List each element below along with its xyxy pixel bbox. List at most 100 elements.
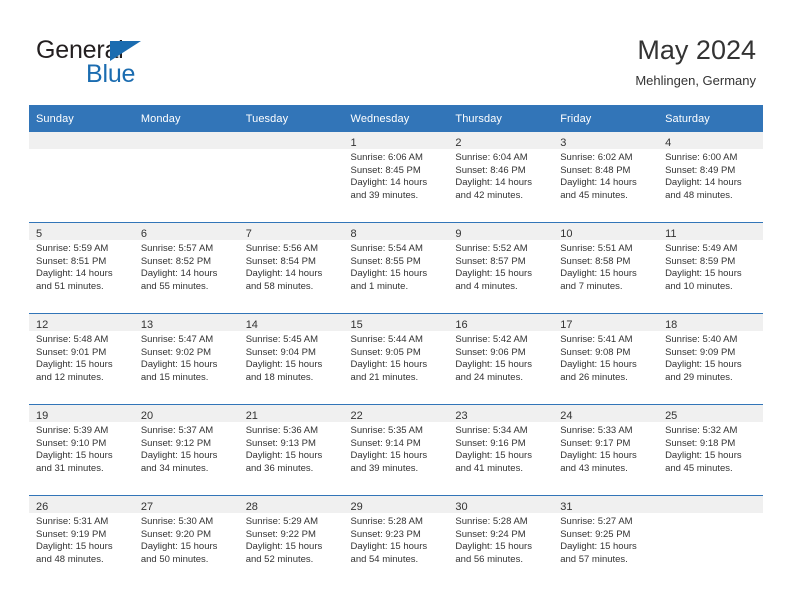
day-cell-inner: 4 Sunrise: 6:00 AM Sunset: 8:49 PM Daylight… — [658, 132, 763, 222]
day-cell-6[interactable]: 6 Sunrise: 5:57 AM Sunset: 8:52 PM Daylight… — [133, 222, 239, 314]
calendar-header-row: Sunday Monday Tuesday Wednesday Thursday Frid… — [29, 105, 763, 132]
day-cell-inner: 12 Sunrise: 5:48 AM Sunset: 9:01 PM Dayligh… — [29, 314, 134, 404]
day-cell-5[interactable]: 5 Sunrise: 5:59 AM Sunset: 8:51 PM Daylight… — [29, 222, 134, 314]
sunrise-text: Sunrise: 5:40 AM — [665, 334, 738, 345]
daylight-text: Daylight: 15 hours — [350, 541, 428, 553]
weekday-header-wednesday: Wednesday — [343, 105, 449, 132]
day-cell-29[interactable]: 29 Sunrise: 5:28 AM Sunset: 9:23 PM Dayligh… — [343, 495, 449, 586]
sunset-text: Sunset: 9:09 PM — [665, 346, 736, 358]
day-cell-inner: 10 Sunrise: 5:51 AM Sunset: 8:58 PM Dayligh… — [553, 223, 659, 313]
day-cell-empty — [658, 495, 763, 586]
day-cell-2[interactable]: 2 Sunrise: 6:04 AM Sunset: 8:46 PM Daylight… — [448, 132, 554, 223]
day-cell-1[interactable]: 1 Sunrise: 6:06 AM Sunset: 8:45 PM Daylight… — [343, 132, 449, 223]
weekday-header-thursday: Thursday — [448, 105, 554, 132]
day-cell-30[interactable]: 30 Sunrise: 5:28 AM Sunset: 9:24 PM Dayligh… — [448, 495, 554, 586]
daylight-text-cont: and 45 minutes. — [560, 189, 628, 201]
day-cell-4[interactable]: 4 Sunrise: 6:00 AM Sunset: 8:49 PM Daylight… — [658, 132, 763, 223]
day-number-band: 29 — [343, 496, 449, 513]
daylight-text-cont: and 41 minutes. — [455, 462, 523, 474]
day-cell-16[interactable]: 16 Sunrise: 5:42 AM Sunset: 9:06 PM Dayligh… — [448, 313, 554, 405]
day-cell-details: Sunrise: 5:30 AM Sunset: 9:20 PM Daylight:… — [134, 513, 239, 566]
daylight-text-cont: and 39 minutes. — [350, 462, 419, 474]
daylight-text: Daylight: 15 hours — [455, 450, 532, 462]
day-number-band: 28 — [238, 496, 344, 513]
daylight-text-cont: and 34 minutes. — [140, 462, 209, 474]
day-number: 1 — [350, 137, 357, 149]
day-number-band — [133, 132, 239, 149]
day-cell-26[interactable]: 26 Sunrise: 5:31 AM Sunset: 9:19 PM Dayligh… — [29, 495, 134, 586]
sunrise-text: Sunrise: 5:32 AM — [665, 425, 738, 436]
day-cell-inner: 11 Sunrise: 5:49 AM Sunset: 8:59 PM Dayligh… — [658, 223, 763, 313]
day-cell-17[interactable]: 17 Sunrise: 5:41 AM Sunset: 9:08 PM Dayligh… — [553, 313, 659, 405]
day-cell-11[interactable]: 11 Sunrise: 5:49 AM Sunset: 8:59 PM Dayligh… — [658, 222, 763, 314]
day-cell-14[interactable]: 14 Sunrise: 5:45 AM Sunset: 9:04 PM Dayligh… — [238, 313, 344, 405]
day-cell-22[interactable]: 22 Sunrise: 5:35 AM Sunset: 9:14 PM Dayligh… — [343, 404, 449, 496]
day-cell-18[interactable]: 18 Sunrise: 5:40 AM Sunset: 9:09 PM Dayligh… — [658, 313, 763, 405]
daylight-text: Daylight: 15 hours — [245, 541, 323, 553]
day-cell-31[interactable]: 31 Sunrise: 5:27 AM Sunset: 9:25 PM Dayligh… — [553, 495, 659, 586]
day-cell-empty — [29, 132, 134, 223]
day-number-band: 5 — [29, 223, 134, 240]
day-cell-19[interactable]: 19 Sunrise: 5:39 AM Sunset: 9:10 PM Dayligh… — [29, 404, 134, 496]
day-cell-8[interactable]: 8 Sunrise: 5:54 AM Sunset: 8:55 PM Daylight… — [343, 222, 449, 314]
sunrise-text: Sunrise: 6:04 AM — [455, 152, 528, 163]
day-cell-details: Sunrise: 5:40 AM Sunset: 9:09 PM Daylight:… — [658, 331, 763, 384]
day-cell-inner: 3 Sunrise: 6:02 AM Sunset: 8:48 PM Daylight… — [553, 132, 659, 222]
day-cell-details: Sunrise: 5:42 AM Sunset: 9:06 PM Daylight:… — [448, 331, 553, 384]
day-number-band: 25 — [658, 405, 763, 422]
daylight-text: Daylight: 15 hours — [350, 268, 428, 280]
day-number: 6 — [140, 228, 147, 240]
day-cell-9[interactable]: 9 Sunrise: 5:52 AM Sunset: 8:57 PM Daylight… — [448, 222, 554, 314]
day-cell-21[interactable]: 21 Sunrise: 5:36 AM Sunset: 9:13 PM Dayligh… — [238, 404, 344, 496]
daylight-text: Daylight: 15 hours — [455, 541, 532, 553]
day-cell-inner: 2 Sunrise: 6:04 AM Sunset: 8:46 PM Daylight… — [448, 132, 554, 222]
day-number-band — [29, 132, 134, 149]
sunrise-text: Sunrise: 5:44 AM — [350, 334, 423, 345]
day-cell-details: Sunrise: 5:34 AM Sunset: 9:16 PM Daylight:… — [448, 422, 553, 475]
day-cell-13[interactable]: 13 Sunrise: 5:47 AM Sunset: 9:02 PM Dayligh… — [133, 313, 239, 405]
day-cell-27[interactable]: 27 Sunrise: 5:30 AM Sunset: 9:20 PM Dayligh… — [133, 495, 239, 586]
sunrise-text: Sunrise: 5:39 AM — [36, 425, 109, 436]
day-cell-details: Sunrise: 6:06 AM Sunset: 8:45 PM Daylight:… — [344, 149, 449, 202]
day-cell-details: Sunrise: 5:35 AM Sunset: 9:14 PM Daylight:… — [344, 422, 449, 475]
day-cell-10[interactable]: 10 Sunrise: 5:51 AM Sunset: 8:58 PM Dayligh… — [553, 222, 659, 314]
day-cell-12[interactable]: 12 Sunrise: 5:48 AM Sunset: 9:01 PM Dayligh… — [29, 313, 134, 405]
day-cell-details: Sunrise: 5:28 AM Sunset: 9:23 PM Daylight:… — [344, 513, 449, 566]
day-cell-inner: 22 Sunrise: 5:35 AM Sunset: 9:14 PM Dayligh… — [343, 405, 449, 495]
day-cell-28[interactable]: 28 Sunrise: 5:29 AM Sunset: 9:22 PM Dayligh… — [238, 495, 344, 586]
sunset-text: Sunset: 8:57 PM — [455, 255, 526, 267]
sunset-text: Sunset: 9:22 PM — [245, 528, 316, 540]
day-cell-24[interactable]: 24 Sunrise: 5:33 AM Sunset: 9:17 PM Dayligh… — [553, 404, 659, 496]
calendar-body: 1 Sunrise: 6:06 AM Sunset: 8:45 PM Daylight… — [29, 132, 763, 586]
day-number: 28 — [245, 501, 258, 513]
sunset-text: Sunset: 9:17 PM — [560, 437, 631, 449]
day-cell-23[interactable]: 23 Sunrise: 5:34 AM Sunset: 9:16 PM Dayligh… — [448, 404, 554, 496]
generalblue-logo[interactable]: General Blue — [36, 38, 196, 88]
daylight-text: Daylight: 15 hours — [560, 359, 637, 371]
day-cell-20[interactable]: 20 Sunrise: 5:37 AM Sunset: 9:12 PM Dayligh… — [133, 404, 239, 496]
day-cell-details: Sunrise: 5:33 AM Sunset: 9:17 PM Daylight:… — [553, 422, 658, 475]
day-cell-25[interactable]: 25 Sunrise: 5:32 AM Sunset: 9:18 PM Dayligh… — [658, 404, 763, 496]
day-cell-7[interactable]: 7 Sunrise: 5:56 AM Sunset: 8:54 PM Daylight… — [238, 222, 344, 314]
daylight-text-cont: and 54 minutes. — [350, 553, 419, 565]
daylight-text-cont: and 31 minutes. — [36, 462, 104, 474]
day-number-band — [238, 132, 344, 149]
day-number: 20 — [140, 410, 154, 422]
day-cell-details: Sunrise: 5:39 AM Sunset: 9:10 PM Daylight:… — [29, 422, 134, 475]
day-number-band: 31 — [553, 496, 659, 513]
day-cell-15[interactable]: 15 Sunrise: 5:44 AM Sunset: 9:05 PM Dayligh… — [343, 313, 449, 405]
day-cell-inner: 13 Sunrise: 5:47 AM Sunset: 9:02 PM Dayligh… — [133, 314, 239, 404]
day-cell-empty — [238, 132, 344, 223]
sunrise-text: Sunrise: 5:28 AM — [350, 516, 423, 527]
day-number-band: 8 — [343, 223, 449, 240]
day-number-band: 11 — [658, 223, 763, 240]
day-number: 13 — [140, 319, 154, 331]
day-number: 10 — [560, 228, 573, 240]
sunrise-text: Sunrise: 5:41 AM — [560, 334, 633, 345]
sunset-text: Sunset: 8:55 PM — [350, 255, 421, 267]
daylight-text: Daylight: 15 hours — [665, 359, 742, 371]
day-cell-3[interactable]: 3 Sunrise: 6:02 AM Sunset: 8:48 PM Daylight… — [553, 132, 659, 223]
daylight-text: Daylight: 15 hours — [665, 268, 742, 280]
day-cell-details: Sunrise: 5:36 AM Sunset: 9:13 PM Daylight:… — [239, 422, 344, 475]
page-title: May 2024 — [637, 35, 756, 65]
